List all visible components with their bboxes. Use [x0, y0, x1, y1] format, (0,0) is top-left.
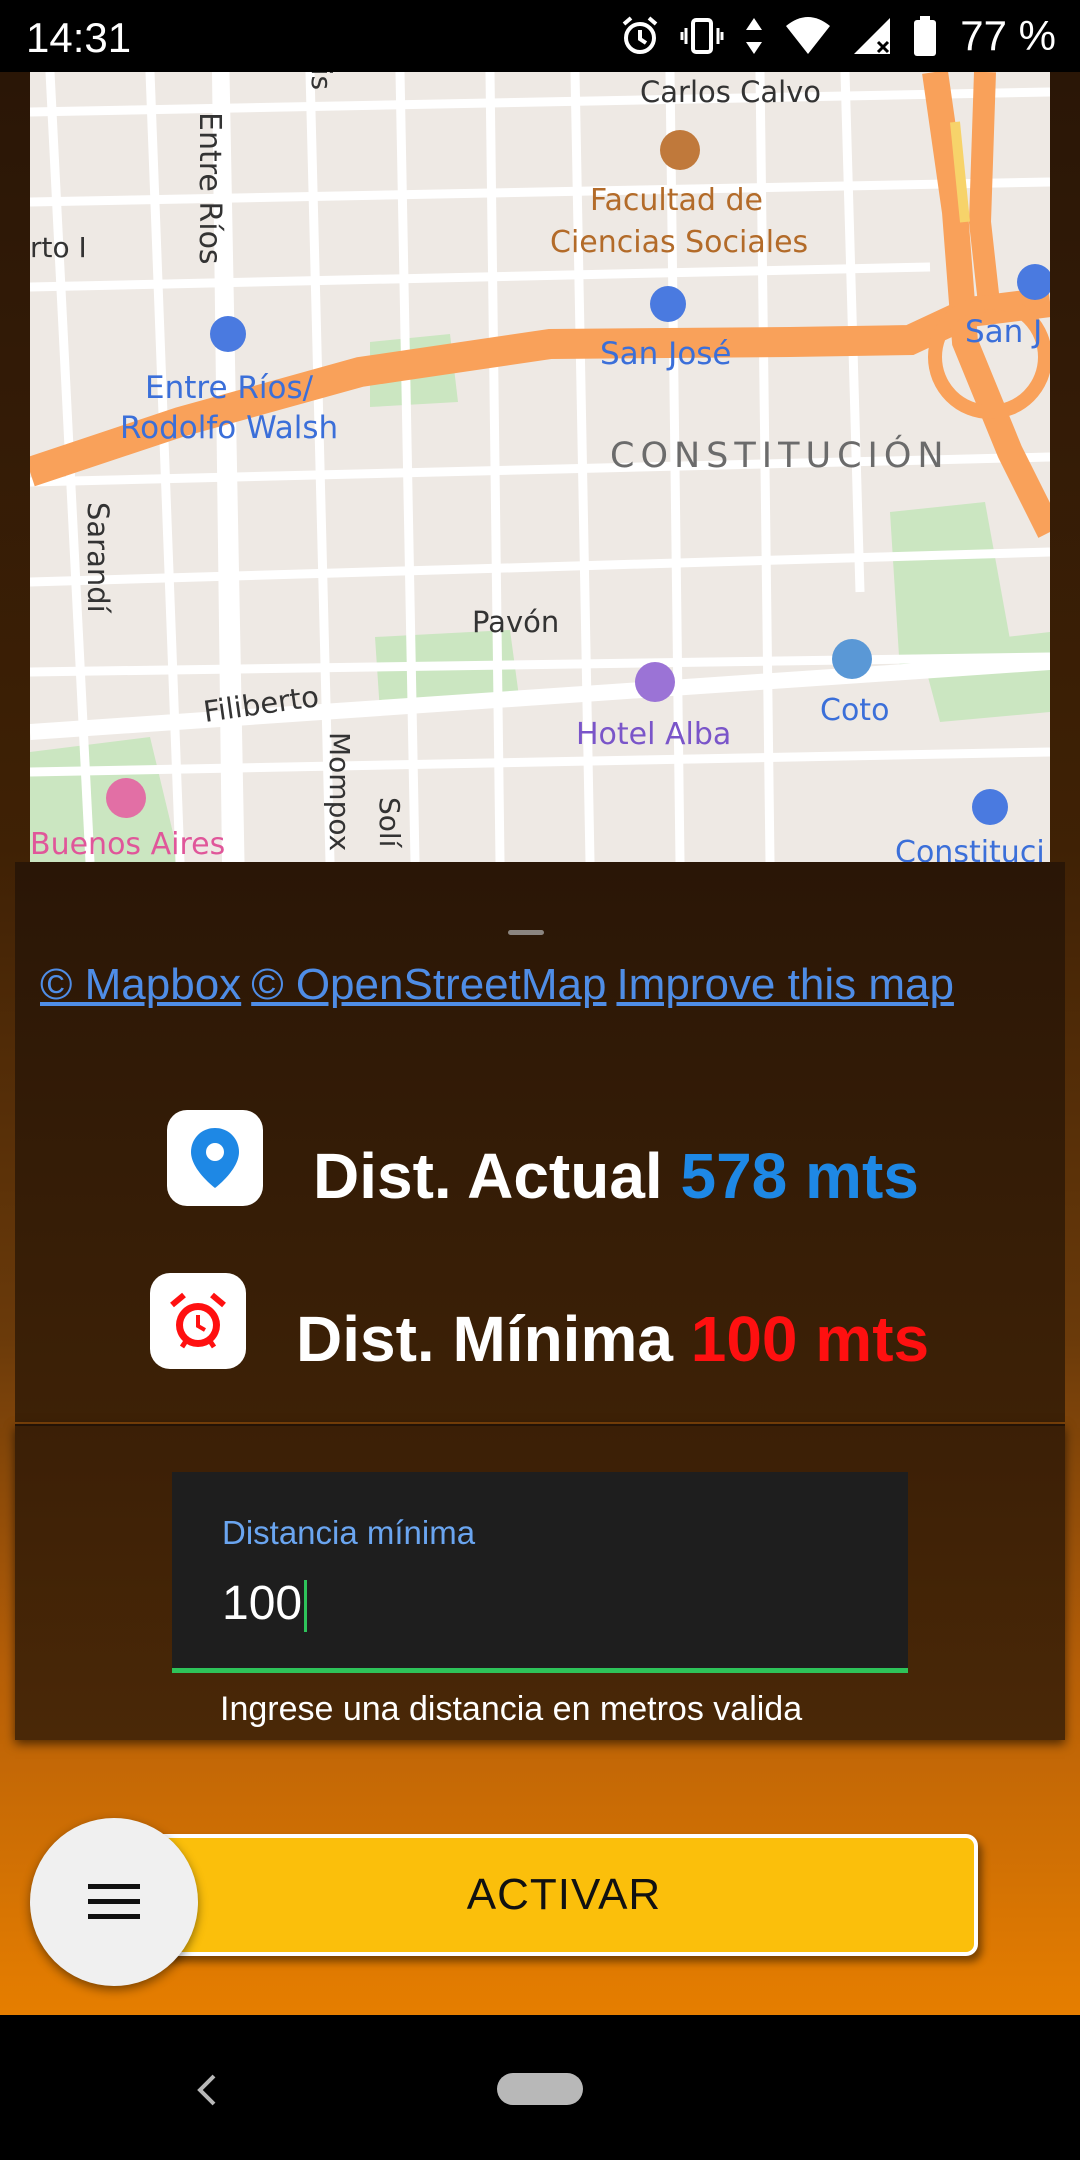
status-bar: 14:31 77 % — [0, 0, 1080, 72]
field-value-text[interactable]: 100 — [222, 1577, 302, 1630]
mapbox-attribution-link[interactable]: © Mapbox — [40, 960, 241, 1009]
map-label: Entre Ríos — [192, 112, 227, 265]
minimum-distance-row: Dist. Mínima 100 mts — [150, 1266, 929, 1376]
map-label: Facultad de — [590, 183, 763, 218]
home-pill[interactable] — [497, 2073, 583, 2105]
map-label: Buenos Aires — [30, 827, 225, 862]
hamburger-menu-icon — [88, 1884, 140, 1919]
field-value[interactable]: 100 — [222, 1576, 308, 1633]
map-canvas: Carlos Calvo Facultad de Ciencias Social… — [30, 72, 1050, 862]
location-pin-icon — [167, 1110, 263, 1206]
map-label: Ciencias Sociales — [550, 225, 808, 260]
battery-icon — [912, 14, 938, 58]
osm-attribution-link[interactable]: © OpenStreetMap — [251, 960, 606, 1009]
signal-icon — [850, 14, 894, 58]
current-distance-text: Dist. Actual 578 mts — [313, 1139, 919, 1213]
map-label: uis — [305, 72, 338, 90]
minimum-distance-field[interactable]: Distancia mínima 100 — [172, 1472, 908, 1673]
map-attribution: © Mapbox © OpenStreetMap Improve this map — [40, 960, 1060, 1010]
data-arrows-icon — [742, 14, 766, 58]
map-label: Entre Ríos/ — [145, 370, 314, 406]
map-label: Carlos Calvo — [640, 75, 821, 109]
current-distance-row: Dist. Actual 578 mts — [167, 1103, 919, 1213]
status-icons: 77 % — [618, 12, 1056, 60]
map-label: San José — [600, 336, 732, 372]
activate-button[interactable]: ACTIVAR — [150, 1834, 978, 1956]
vibrate-icon — [680, 14, 724, 58]
map-label: San J — [965, 314, 1042, 350]
map-label: Constituci — [895, 835, 1045, 862]
sheet-drag-handle[interactable] — [508, 930, 544, 935]
map-label: Sarandí — [81, 502, 115, 614]
map-label: rto I — [30, 231, 87, 264]
map-label: CONSTITUCIÓN — [610, 434, 950, 476]
map-label: Coto — [820, 693, 889, 728]
improve-map-link[interactable]: Improve this map — [616, 960, 953, 1009]
map-label: Hotel Alba — [576, 717, 731, 752]
field-label: Distancia mínima — [222, 1514, 476, 1551]
back-icon[interactable] — [190, 2068, 220, 2117]
current-distance-label: Dist. Actual — [313, 1140, 663, 1212]
current-distance-value: 578 mts — [680, 1140, 919, 1212]
field-helper-text: Ingrese una distancia en metros valida — [220, 1690, 803, 1728]
text-caret — [304, 1580, 308, 1633]
battery-percentage: 77 % — [960, 12, 1056, 59]
wifi-icon — [784, 14, 832, 58]
alarm-clock-icon — [150, 1273, 246, 1369]
status-time: 14:31 — [26, 14, 132, 61]
alarm-icon — [618, 14, 662, 58]
menu-fab[interactable] — [30, 1818, 198, 1986]
map-label: Rodolfo Walsh — [120, 410, 338, 446]
minimum-distance-label: Dist. Mínima — [296, 1303, 673, 1375]
minimum-distance-value: 100 mts — [690, 1303, 930, 1375]
map-label: Pavón — [472, 605, 559, 639]
map-label: Mompox — [323, 732, 356, 851]
map-label: Solí — [373, 797, 406, 849]
minimum-distance-text: Dist. Mínima 100 mts — [296, 1302, 929, 1376]
map-view[interactable]: Carlos Calvo Facultad de Ciencias Social… — [30, 72, 1050, 862]
